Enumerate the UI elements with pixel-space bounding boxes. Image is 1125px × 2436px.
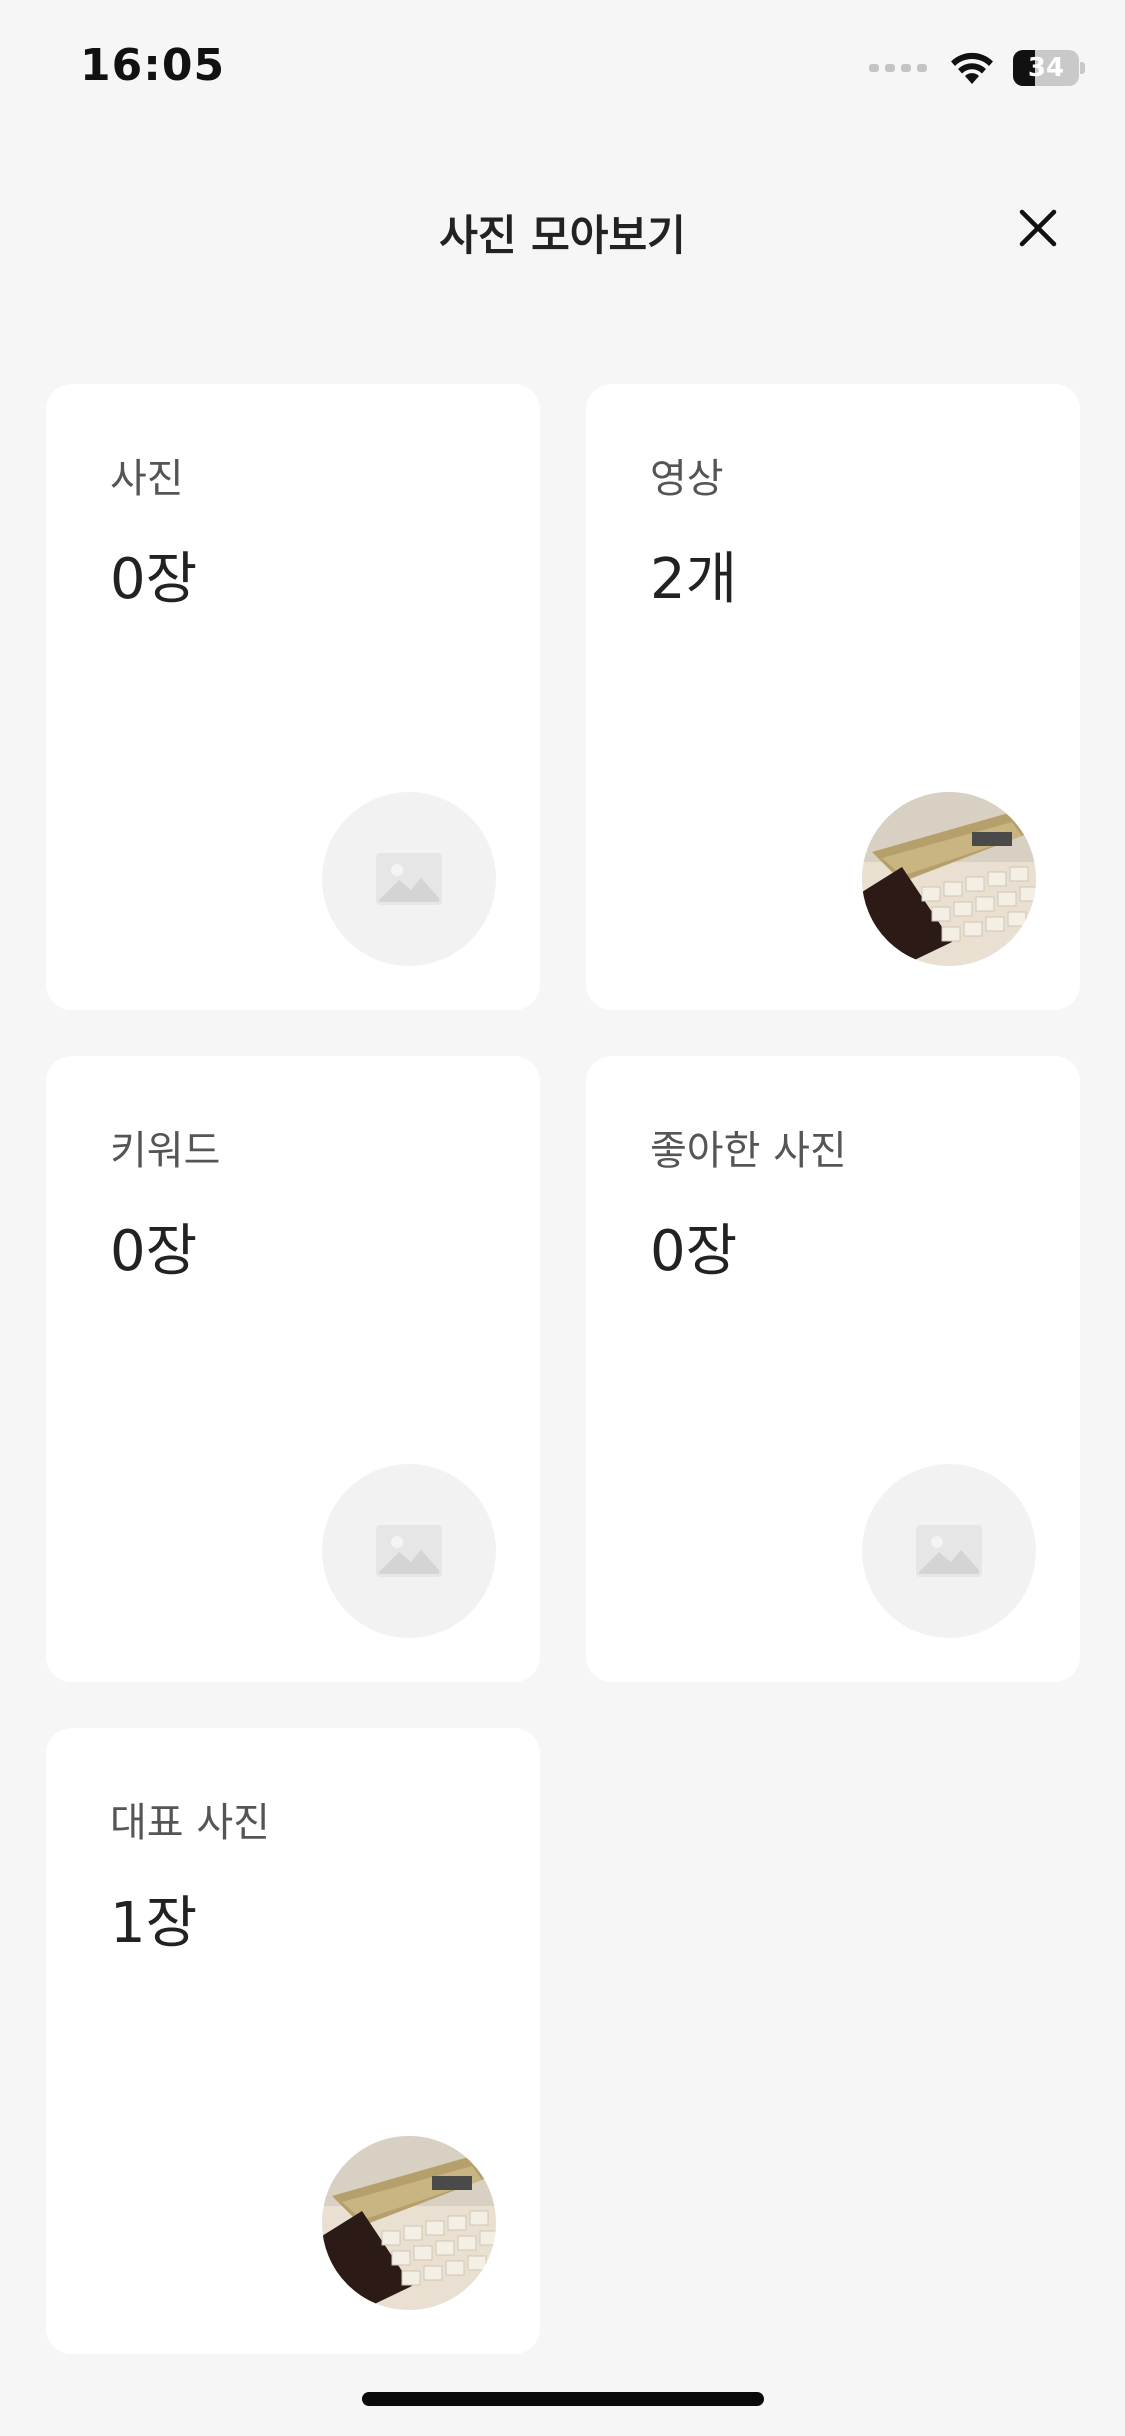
card-thumbnail (322, 792, 496, 966)
card-count: 0장 (650, 1219, 738, 1284)
battery-level: 34 (1027, 53, 1065, 83)
card-photos[interactable]: 사진 0장 (46, 384, 540, 1010)
card-label: 사진 (110, 456, 184, 502)
card-count: 2개 (650, 547, 738, 612)
photo-thumbnail (322, 2136, 496, 2310)
close-button[interactable] (1000, 198, 1076, 258)
card-videos[interactable]: 영상 2개 (586, 384, 1080, 1010)
page-title: 사진 모아보기 (439, 211, 686, 260)
card-liked-photos[interactable]: 좋아한 사진 0장 (586, 1056, 1080, 1682)
card-label: 영상 (650, 456, 724, 502)
card-count: 1장 (110, 1891, 198, 1956)
card-label: 대표 사진 (110, 1800, 270, 1846)
photo-thumbnail (862, 792, 1036, 966)
close-icon (1019, 209, 1057, 247)
card-featured-photos[interactable]: 대표 사진 1장 (46, 1728, 540, 2354)
card-thumbnail (322, 2136, 496, 2310)
battery-icon: 34 (1013, 50, 1085, 86)
card-thumbnail (862, 792, 1036, 966)
card-count: 0장 (110, 547, 198, 612)
image-placeholder-icon (376, 1525, 442, 1577)
card-thumbnail (862, 1464, 1036, 1638)
status-icons: 34 (869, 48, 1085, 88)
image-placeholder-icon (916, 1525, 982, 1577)
status-bar: 16:05 34 (0, 0, 1125, 140)
card-thumbnail (322, 1464, 496, 1638)
card-count: 0장 (110, 1219, 198, 1284)
card-label: 좋아한 사진 (650, 1128, 847, 1174)
wifi-icon (951, 52, 993, 84)
image-placeholder-icon (376, 853, 442, 905)
status-time: 16:05 (80, 40, 226, 91)
header: 사진 모아보기 (0, 180, 1125, 276)
home-indicator[interactable] (362, 2392, 764, 2406)
cellular-signal-icon (869, 64, 927, 72)
card-label: 키워드 (110, 1128, 221, 1174)
card-keywords[interactable]: 키워드 0장 (46, 1056, 540, 1682)
